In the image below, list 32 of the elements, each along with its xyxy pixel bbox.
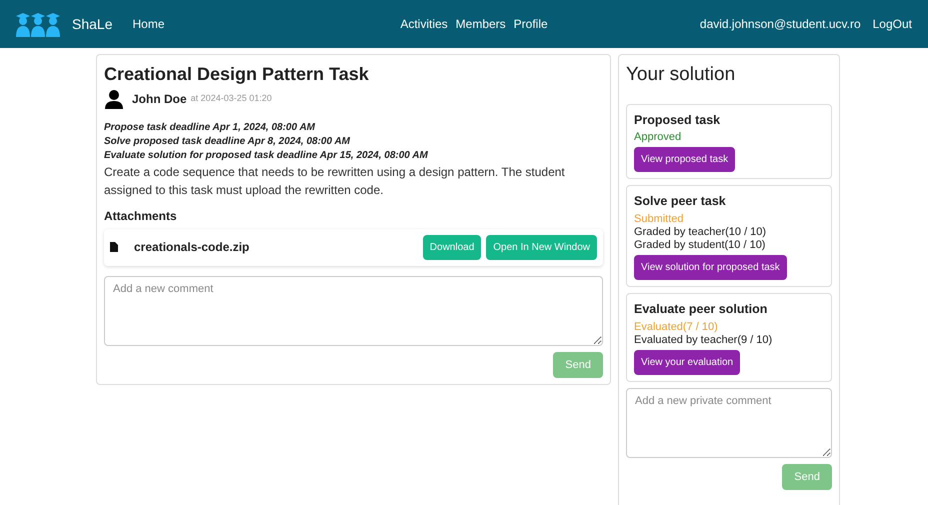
step-title: Solve peer task <box>634 193 726 210</box>
brand-name[interactable]: ShaLe <box>72 14 112 34</box>
task-description: Create a code sequence that needs to be rewritten using a design pattern. The student assigned to this task must upload the rewritten code. <box>104 164 566 198</box>
students-logo-icon <box>16 11 60 37</box>
grade-text: Evaluated by teacher(9 / 10) <box>634 334 772 347</box>
user-avatar-icon <box>104 88 124 108</box>
attachments-heading: Attachments <box>104 208 178 224</box>
view-button[interactable]: View your evaluation <box>634 350 740 375</box>
step-status: Approved <box>634 131 682 144</box>
view-button[interactable]: View proposed task <box>634 147 736 172</box>
deadline-text: Solve proposed task deadline Apr 8, 2024, 08:00 AM <box>104 134 352 148</box>
author-name: John Doe <box>132 90 187 108</box>
step-status: Evaluated(7 / 10) <box>634 320 718 334</box>
step-title: Proposed task <box>634 112 720 129</box>
deadline-text: Propose task deadline Apr 1, 2024, 08:00 AM <box>104 120 316 134</box>
deadline-text: Evaluate solution for proposed task deadline Apr 15, 2024, 08:00 AM <box>104 148 429 162</box>
logout-link[interactable]: LogOut <box>872 15 912 33</box>
file-icon <box>110 242 118 252</box>
nav-link[interactable]: Members <box>456 15 506 33</box>
nav-link[interactable]: Activities <box>400 15 448 33</box>
solution-title: Your solution <box>626 63 736 87</box>
view-button[interactable]: View solution for proposed task <box>634 255 787 280</box>
user-email: david.johnson@student.ucv.ro <box>700 16 861 33</box>
post-date: at 2024-03-25 01:20 <box>190 92 272 105</box>
nav-link[interactable]: Home <box>132 15 164 33</box>
step-status: Submitted <box>634 213 684 226</box>
grade-text: Graded by student(10 / 10) <box>634 239 766 252</box>
grade-text: Graded by teacher(10 / 10) <box>634 226 766 239</box>
file-name: creationals-code.zip <box>134 239 250 256</box>
nav-link[interactable]: Profile <box>514 15 548 33</box>
task-title: Creational Design Pattern Task <box>104 63 370 86</box>
step-title: Evaluate peer solution <box>634 301 768 318</box>
